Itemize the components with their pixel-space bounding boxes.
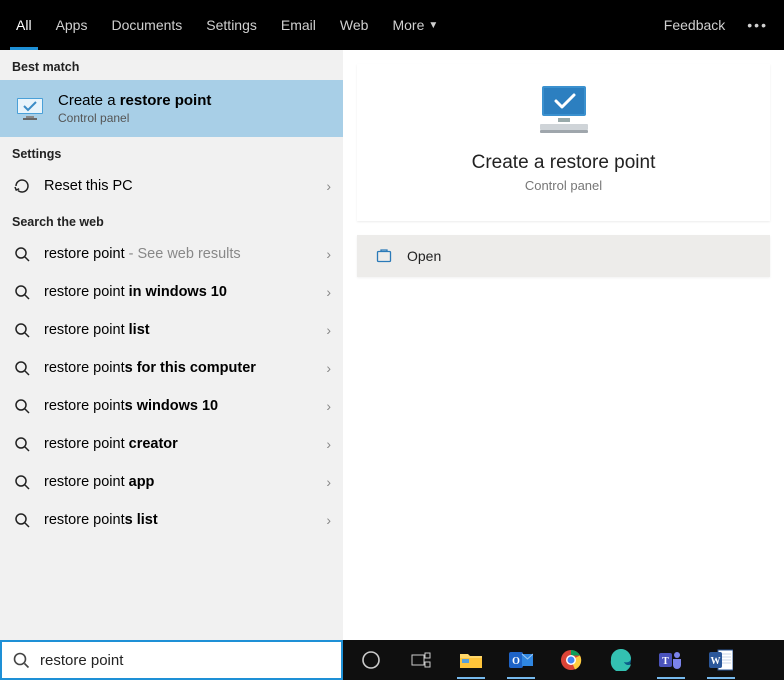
tab-documents[interactable]: Documents [99, 0, 194, 50]
web-result-label: restore point in windows 10 [44, 284, 314, 300]
more-options-button[interactable]: ••• [735, 0, 780, 50]
search-icon [12, 651, 30, 669]
tab-all[interactable]: All [4, 0, 44, 50]
chevron-right-icon: › [326, 436, 331, 452]
web-result-label: restore points list [44, 512, 314, 528]
svg-text:O: O [512, 656, 520, 667]
web-result[interactable]: restore points windows 10 › [0, 387, 343, 425]
chevron-right-icon: › [326, 512, 331, 528]
settings-item-label: Reset this PC [44, 178, 314, 194]
web-result-label: restore point app [44, 474, 314, 490]
tab-email[interactable]: Email [269, 0, 328, 50]
tab-web[interactable]: Web [328, 0, 381, 50]
taskbar-outlook[interactable]: O [499, 640, 543, 680]
tab-settings[interactable]: Settings [194, 0, 269, 50]
filter-tabs-bar: All Apps Documents Settings Email Web Mo… [0, 0, 784, 50]
svg-text:T: T [662, 656, 669, 667]
taskbar-explorer[interactable] [449, 640, 493, 680]
search-icon [12, 510, 32, 530]
word-icon: W [708, 647, 734, 673]
taskbar-chrome[interactable] [549, 640, 593, 680]
best-match-subtitle: Control panel [58, 111, 211, 125]
chevron-right-icon: › [326, 360, 331, 376]
web-result[interactable]: restore point - See web results › [0, 235, 343, 273]
preview-card: Create a restore point Control panel [357, 64, 770, 221]
web-result[interactable]: restore point app › [0, 463, 343, 501]
monitor-check-icon [14, 95, 46, 123]
search-icon [12, 358, 32, 378]
web-result-label: restore point - See web results [44, 246, 314, 262]
chevron-right-icon: › [326, 474, 331, 490]
chevron-down-icon: ▼ [428, 20, 438, 31]
outlook-icon: O [508, 647, 534, 673]
taskbar-taskview[interactable] [399, 640, 443, 680]
web-result-label: restore points for this computer [44, 360, 314, 376]
folder-icon [458, 647, 484, 673]
web-result[interactable]: restore point in windows 10 › [0, 273, 343, 311]
search-icon [12, 320, 32, 340]
web-result[interactable]: restore point creator › [0, 425, 343, 463]
search-input[interactable] [40, 652, 333, 669]
preview-title: Create a restore point [472, 152, 656, 174]
taskview-icon [408, 647, 434, 673]
preview-panel: Create a restore point Control panel Ope… [343, 50, 784, 640]
taskbar-word[interactable]: W [699, 640, 743, 680]
tab-apps[interactable]: Apps [44, 0, 100, 50]
chrome-icon [558, 647, 584, 673]
search-icon [12, 396, 32, 416]
action-open[interactable]: Open [357, 235, 770, 277]
web-result-label: restore points windows 10 [44, 398, 314, 414]
web-result[interactable]: restore points list › [0, 501, 343, 539]
web-result[interactable]: restore points for this computer › [0, 349, 343, 387]
best-match-result[interactable]: Create a restore point Control panel [0, 80, 343, 137]
section-best-match: Best match [0, 50, 343, 80]
results-panel: Best match Create a restore point [0, 50, 343, 640]
cortana-icon [358, 647, 384, 673]
web-result-label: restore point creator [44, 436, 314, 452]
monitor-check-large-icon [534, 84, 594, 136]
section-search-web: Search the web [0, 205, 343, 235]
chevron-right-icon: › [326, 284, 331, 300]
chevron-right-icon: › [326, 246, 331, 262]
search-box[interactable] [0, 640, 343, 680]
tab-more[interactable]: More ▼ [380, 0, 450, 50]
taskbar-teams[interactable]: T [649, 640, 693, 680]
open-icon [375, 247, 393, 265]
section-settings: Settings [0, 137, 343, 167]
svg-text:W: W [711, 656, 721, 667]
search-icon [12, 282, 32, 302]
reset-icon [12, 176, 32, 196]
edge-icon [608, 647, 634, 673]
web-result-label: restore point list [44, 322, 314, 338]
chevron-right-icon: › [326, 178, 331, 194]
preview-subtitle: Control panel [525, 178, 602, 193]
teams-icon: T [658, 647, 684, 673]
action-label: Open [407, 248, 441, 264]
feedback-link[interactable]: Feedback [654, 0, 735, 50]
taskbar-cortana[interactable] [349, 640, 393, 680]
best-match-title: Create a restore point [58, 92, 211, 109]
chevron-right-icon: › [326, 322, 331, 338]
web-result[interactable]: restore point list › [0, 311, 343, 349]
chevron-right-icon: › [326, 398, 331, 414]
search-icon [12, 434, 32, 454]
search-icon [12, 244, 32, 264]
taskbar: O T W [343, 640, 784, 680]
taskbar-edge[interactable] [599, 640, 643, 680]
search-icon [12, 472, 32, 492]
settings-item-reset-pc[interactable]: Reset this PC › [0, 167, 343, 205]
